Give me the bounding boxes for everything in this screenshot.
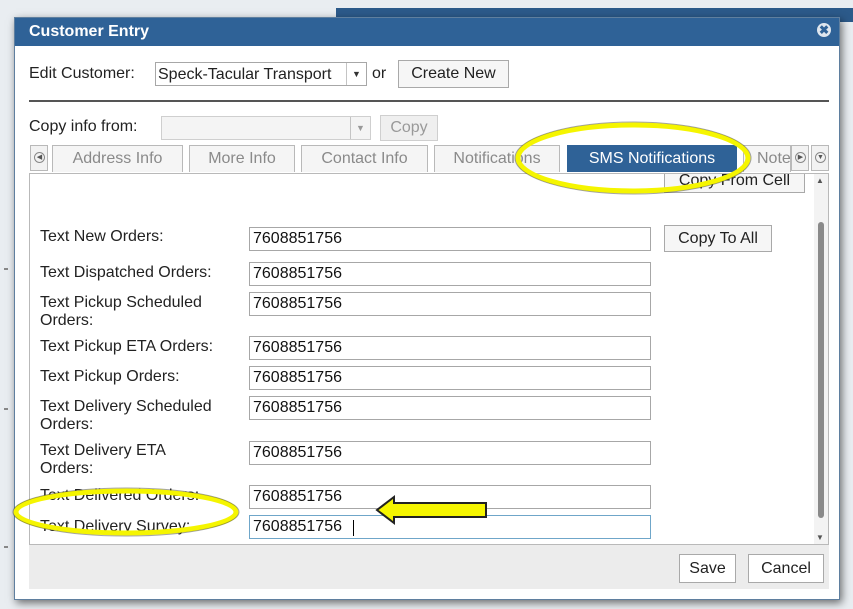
tab-address-info[interactable]: Address Info	[52, 145, 183, 172]
text-delivery-eta-orders-label: Text Delivery ETA Orders:	[40, 442, 166, 477]
text-delivery-scheduled-orders-input[interactable]	[249, 396, 651, 420]
dialog-footer: Save Cancel	[29, 545, 829, 589]
tab-scroll-right-button[interactable]: ▶	[791, 145, 809, 171]
copy-info-select[interactable]: ▼	[161, 116, 371, 140]
text-dispatched-orders-input[interactable]	[249, 262, 651, 286]
background-mark	[4, 268, 8, 270]
tab-list-button[interactable]: ▼	[811, 145, 829, 171]
text-pickup-orders-input[interactable]	[249, 366, 651, 390]
save-button[interactable]: Save	[679, 554, 736, 583]
text-delivered-orders-label: Text Delivered Orders:	[40, 487, 200, 504]
dialog-title: Customer Entry	[29, 23, 150, 40]
copy-to-all-button[interactable]: Copy To All	[664, 225, 772, 252]
sms-notifications-panel: Copy From Cell Copy To All Text New Orde…	[29, 173, 829, 545]
text-delivery-scheduled-orders-label: Text Delivery Scheduled Orders:	[40, 398, 212, 433]
cancel-button[interactable]: Cancel	[748, 554, 824, 583]
chevron-right-icon: ▶	[795, 152, 806, 163]
tab-more-info[interactable]: More Info	[189, 145, 295, 172]
tab-scroll-left-button[interactable]: ◀	[30, 145, 48, 171]
or-text: or	[372, 65, 387, 82]
copy-button[interactable]: Copy	[380, 115, 438, 141]
text-pickup-orders-label: Text Pickup Orders:	[40, 368, 180, 385]
text-delivery-survey-label: Text Delivery Survey:	[40, 518, 191, 535]
chevron-down-icon[interactable]: ▼	[350, 117, 370, 139]
copy-from-cell-button[interactable]: Copy From Cell	[664, 174, 805, 193]
customer-select-value: Speck-Tacular Transport	[158, 66, 332, 83]
dialog-titlebar[interactable]: Customer Entry ✖	[15, 18, 839, 46]
divider	[29, 100, 829, 102]
scroll-down-icon[interactable]: ▼	[816, 533, 824, 542]
text-new-orders-label: Text New Orders:	[40, 228, 164, 245]
create-new-button[interactable]: Create New	[398, 60, 509, 88]
text-pickup-scheduled-orders-input[interactable]	[249, 292, 651, 316]
background-mark	[4, 408, 8, 410]
chevron-down-icon[interactable]: ▼	[346, 63, 366, 85]
text-delivery-survey-input[interactable]	[249, 515, 651, 539]
text-pickup-eta-orders-label: Text Pickup ETA Orders:	[40, 338, 214, 355]
text-caret	[353, 520, 354, 536]
text-new-orders-input[interactable]	[249, 227, 651, 251]
copy-info-label: Copy info from:	[29, 118, 138, 135]
text-pickup-eta-orders-input[interactable]	[249, 336, 651, 360]
tab-contact-info[interactable]: Contact Info	[301, 145, 428, 172]
customer-entry-dialog: Customer Entry ✖ Edit Customer: Speck-Ta…	[14, 17, 840, 600]
tab-notes[interactable]: Note	[743, 145, 791, 172]
customer-select[interactable]: Speck-Tacular Transport ▼	[155, 62, 367, 86]
tab-notifications[interactable]: Notifications	[434, 145, 560, 172]
text-dispatched-orders-label: Text Dispatched Orders:	[40, 264, 212, 281]
close-icon[interactable]: ✖	[817, 23, 831, 37]
text-pickup-scheduled-orders-label: Text Pickup Scheduled Orders:	[40, 294, 202, 329]
background-mark	[4, 546, 8, 548]
scrollbar-thumb[interactable]	[818, 222, 824, 518]
text-delivered-orders-input[interactable]	[249, 485, 651, 509]
edit-customer-label: Edit Customer:	[29, 65, 135, 82]
text-delivery-eta-orders-input[interactable]	[249, 441, 651, 465]
panel-scrollbar[interactable]: ▲ ▼	[814, 174, 828, 544]
tab-sms-notifications[interactable]: SMS Notifications	[567, 145, 737, 172]
tab-bar: ◀ Address Info More Info Contact Info No…	[29, 145, 829, 173]
chevron-left-icon: ◀	[34, 152, 45, 163]
scroll-up-icon[interactable]: ▲	[816, 176, 824, 185]
chevron-down-icon: ▼	[815, 152, 826, 163]
